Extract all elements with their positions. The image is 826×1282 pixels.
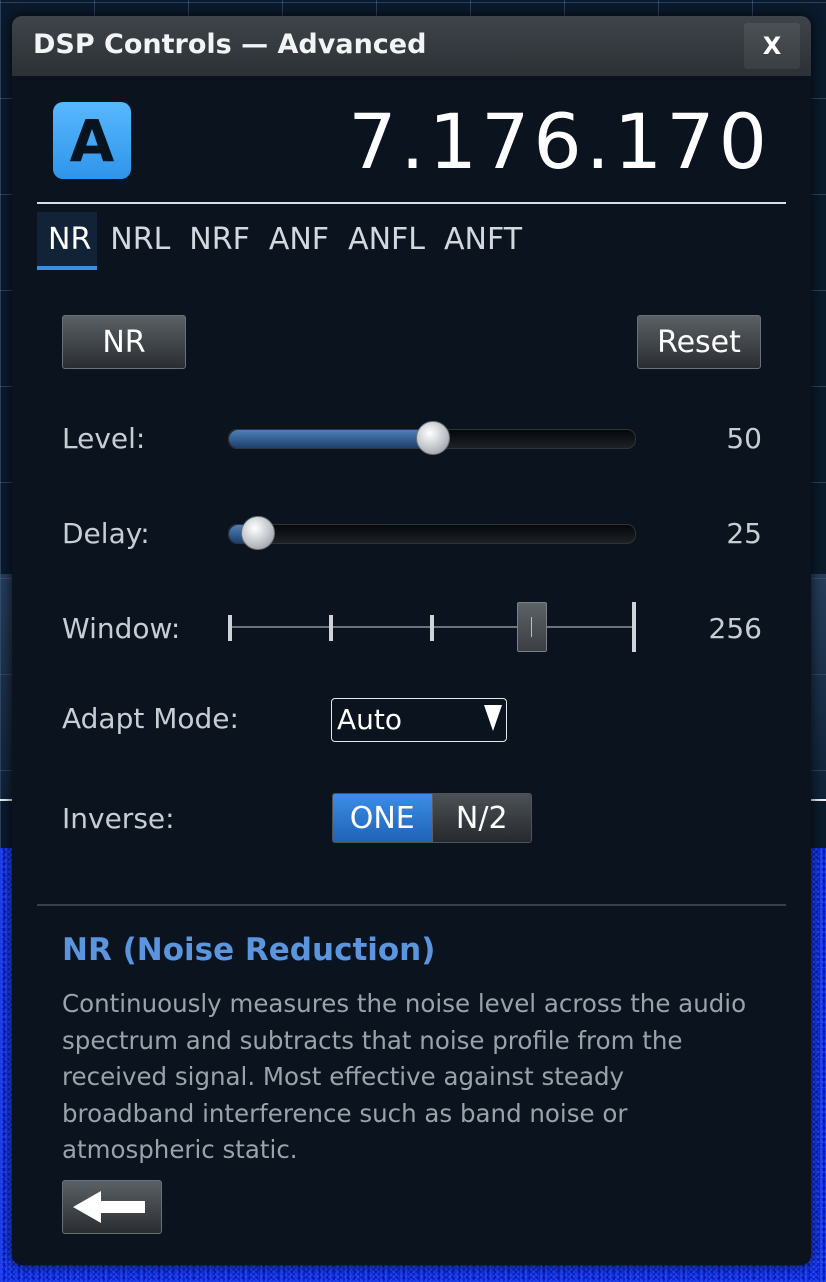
inverse-label: Inverse: [62,802,175,835]
tab-nrl[interactable]: NRL [99,212,176,270]
dialog-title: DSP Controls — Advanced [33,29,427,60]
delay-label: Delay: [62,517,150,550]
window-label: Window: [62,612,181,645]
window-stepper-thumb[interactable] [517,602,547,652]
adapt-mode-label: Adapt Mode: [62,702,239,735]
close-button[interactable]: X [744,23,800,69]
level-slider-fill [229,430,432,448]
dsp-tabs: NR NRL NRF ANF ANFL ANFT [37,212,530,270]
tab-anfl[interactable]: ANFL [337,212,431,270]
inverse-toggle: ONE N/2 [332,793,532,843]
tab-anf[interactable]: ANF [258,212,335,270]
section-divider [37,904,786,906]
frequency-divider [37,202,786,204]
reset-button[interactable]: Reset [637,315,761,369]
title-bar: DSP Controls — Advanced X [12,16,811,76]
window-stepper-tick [228,615,232,641]
frequency-display: 7.176.170 [348,97,771,186]
dsp-controls-dialog: DSP Controls — Advanced X A 7.176.170 NR… [12,16,811,1265]
vfo-a-badge[interactable]: A [53,102,131,179]
window-value: 256 [708,612,762,645]
back-button[interactable] [62,1180,162,1234]
tab-nr[interactable]: NR [37,212,98,270]
adapt-mode-select[interactable]: Auto [331,698,507,742]
inverse-option-one[interactable]: ONE [333,794,432,842]
nr-toggle-button[interactable]: NR [62,315,186,369]
arrow-left-icon [73,1191,145,1223]
delay-slider-thumb[interactable] [241,516,275,550]
window-stepper-tick [632,602,636,652]
triangle-down-icon [484,705,502,731]
window-stepper-tick [430,615,434,641]
help-description: Continuously measures the noise level ac… [62,989,747,1164]
delay-value: 25 [726,517,762,550]
inverse-option-n2[interactable]: N/2 [431,794,531,842]
level-value: 50 [726,422,762,455]
window-stepper-tick [329,615,333,641]
level-slider[interactable] [228,421,636,455]
delay-slider[interactable] [228,516,636,550]
level-label: Level: [62,422,146,455]
tab-anft[interactable]: ANFT [433,212,528,270]
help-title: NR (Noise Reduction) [62,932,436,968]
adapt-mode-value: Auto [337,703,403,736]
tab-nrf[interactable]: NRF [178,212,256,270]
level-slider-thumb[interactable] [416,421,450,455]
